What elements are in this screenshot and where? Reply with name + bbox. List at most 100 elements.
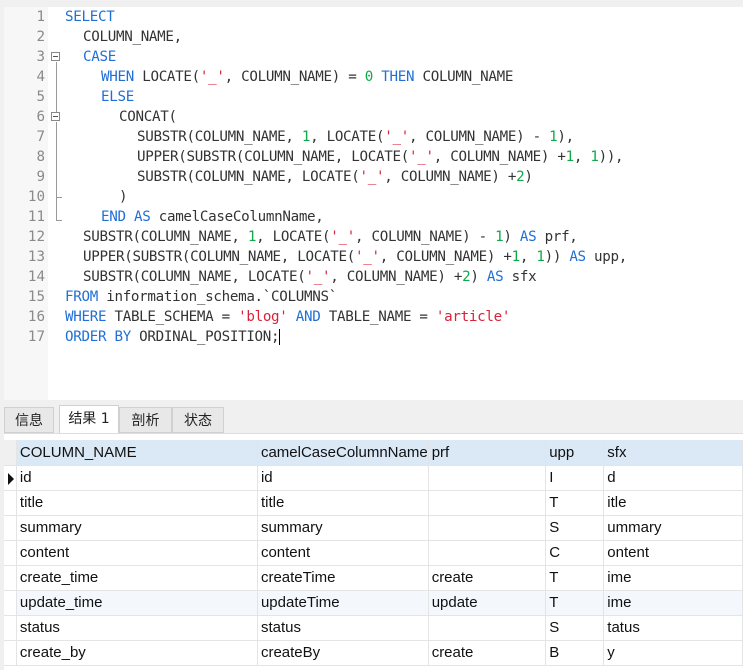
table-cell[interactable]: create	[428, 640, 547, 666]
table-row[interactable]: summary summary Summary	[4, 515, 743, 541]
row-selector[interactable]	[4, 615, 17, 641]
sql-editor[interactable]: 1 2 3 4 5 6 7 8 9 10 11 12 13 14 15 16 17 SELECT COLUMN_N…	[4, 7, 743, 400]
table-cell[interactable]: status	[16, 615, 258, 641]
tab-profile[interactable]: 剖析	[119, 407, 172, 433]
table-row[interactable]: content content Content	[4, 540, 743, 566]
sql-text: SUBSTR(COLUMN_NAME, LOCATE(	[83, 269, 306, 285]
line-number: 7	[36, 129, 45, 145]
sql-text: )),	[598, 149, 624, 165]
sql-keyword: FROM	[65, 289, 98, 305]
table-cell[interactable]: T	[545, 565, 605, 591]
code-line: SELECT	[65, 7, 115, 27]
table-cell[interactable]: ummary	[603, 515, 743, 541]
table-cell[interactable]: createTime	[257, 565, 429, 591]
row-selector[interactable]	[4, 565, 17, 591]
column-header[interactable]: prf	[428, 440, 547, 466]
row-selector[interactable]	[4, 490, 17, 516]
column-header[interactable]: COLUMN_NAME	[16, 440, 258, 466]
sql-text: ORDINAL_POSITION;	[130, 329, 280, 345]
table-cell[interactable]: status	[257, 615, 429, 641]
code-line: )	[119, 187, 128, 207]
row-selector[interactable]	[4, 590, 17, 616]
table-cell[interactable]	[428, 615, 547, 641]
table-cell[interactable]: B	[545, 640, 605, 666]
code-line: ELSE	[101, 87, 134, 107]
table-cell[interactable]: d	[603, 465, 743, 491]
table-cell[interactable]	[428, 465, 547, 491]
tab-status[interactable]: 状态	[172, 407, 224, 433]
table-row[interactable]: create_time createTime create Time	[4, 565, 743, 591]
table-cell[interactable]: title	[257, 490, 429, 516]
sql-text: UPPER(SUBSTR(COLUMN_NAME, LOCATE(	[83, 249, 355, 265]
table-row[interactable]: status status Status	[4, 615, 743, 641]
tab-info[interactable]: 信息	[4, 407, 54, 433]
sql-string: '_'	[330, 229, 356, 245]
table-cell[interactable]: createBy	[257, 640, 429, 666]
table-cell[interactable]: S	[545, 515, 605, 541]
sql-number: 1	[565, 149, 575, 165]
column-header[interactable]: sfx	[603, 440, 743, 466]
sql-text: SUBSTR(COLUMN_NAME,	[83, 229, 248, 245]
line-number: 16	[27, 309, 45, 325]
column-header[interactable]: camelCaseColumnName	[257, 440, 429, 466]
text-cursor	[279, 329, 281, 345]
sql-keyword: AND	[295, 309, 321, 325]
code-line: SUBSTR(COLUMN_NAME, LOCATE('_', COLUMN_N…	[137, 167, 533, 187]
code-line: SUBSTR(COLUMN_NAME, LOCATE('_', COLUMN_N…	[83, 267, 537, 287]
table-cell[interactable]: create_time	[16, 565, 258, 591]
table-cell[interactable]: content	[16, 540, 258, 566]
table-cell[interactable]: create	[428, 565, 547, 591]
table-cell[interactable]	[428, 540, 547, 566]
fold-toggle-icon[interactable]	[51, 112, 60, 121]
table-row[interactable]: update_time updateTime update Time	[4, 590, 743, 616]
sql-keyword: WHERE	[65, 309, 107, 325]
table-cell[interactable]: I	[545, 465, 605, 491]
table-cell[interactable]	[428, 515, 547, 541]
code-line: END AS camelCaseColumnName,	[101, 207, 324, 227]
fold-toggle-icon[interactable]	[51, 52, 60, 61]
table-cell[interactable]: id	[16, 465, 258, 491]
row-selector[interactable]	[4, 465, 17, 491]
tab-result-1[interactable]: 结果 1	[59, 405, 119, 433]
table-cell[interactable]: T	[545, 490, 605, 516]
table-cell[interactable]: tatus	[603, 615, 743, 641]
row-selector[interactable]	[4, 640, 17, 666]
sql-text: )	[524, 169, 533, 185]
table-cell[interactable]: ime	[603, 590, 743, 616]
sql-text: , LOCATE(	[256, 229, 331, 245]
table-cell[interactable]: y	[603, 640, 743, 666]
table-cell[interactable]: title	[16, 490, 258, 516]
result-grid[interactable]: COLUMN_NAME camelCaseColumnName prf upp …	[4, 433, 743, 670]
table-cell[interactable]: create_by	[16, 640, 258, 666]
sql-text: , LOCATE(	[310, 129, 385, 145]
row-selector[interactable]	[4, 515, 17, 541]
table-cell[interactable]	[428, 490, 547, 516]
table-row[interactable]: title title Title	[4, 490, 743, 516]
table-cell[interactable]: update_time	[16, 590, 258, 616]
line-number: 12	[27, 229, 45, 245]
table-cell[interactable]: summary	[257, 515, 429, 541]
table-cell[interactable]: T	[545, 590, 605, 616]
row-selector[interactable]	[4, 540, 17, 566]
table-cell[interactable]: id	[257, 465, 429, 491]
table-cell[interactable]: S	[545, 615, 605, 641]
table-cell[interactable]: itle	[603, 490, 743, 516]
sql-string: '_'	[408, 149, 434, 165]
table-cell[interactable]: ontent	[603, 540, 743, 566]
table-cell[interactable]: updateTime	[257, 590, 429, 616]
sql-text: TABLE_NAME =	[320, 309, 436, 325]
table-row[interactable]: id id Id	[4, 465, 743, 491]
table-cell[interactable]: summary	[16, 515, 258, 541]
line-number: 15	[27, 289, 45, 305]
sql-text: COLUMN_NAME,	[83, 29, 182, 45]
column-header[interactable]: upp	[545, 440, 605, 466]
sql-text: ),	[557, 129, 574, 145]
table-cell[interactable]: update	[428, 590, 547, 616]
sql-string: '_'	[305, 269, 331, 285]
line-number: 11	[27, 209, 45, 225]
table-row[interactable]: create_by createBy create By	[4, 640, 743, 666]
table-cell[interactable]: content	[257, 540, 429, 566]
sql-number: 1	[247, 229, 257, 245]
table-cell[interactable]: ime	[603, 565, 743, 591]
table-cell[interactable]: C	[545, 540, 605, 566]
